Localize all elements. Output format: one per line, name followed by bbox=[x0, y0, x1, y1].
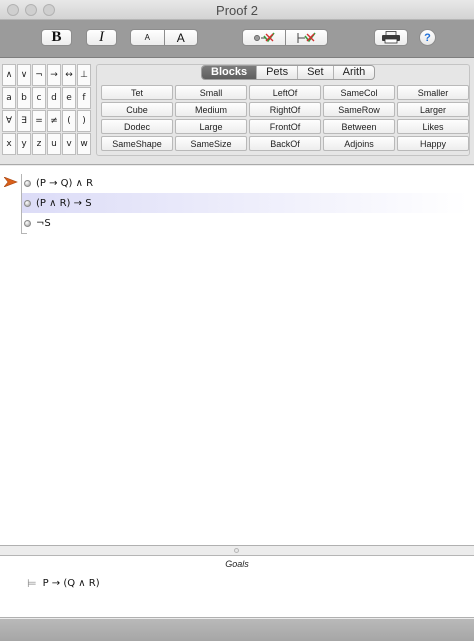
print-button[interactable] bbox=[374, 29, 408, 46]
predicate-dodec[interactable]: Dodec bbox=[101, 119, 173, 134]
step-status-icon bbox=[24, 199, 31, 207]
verify-step-button[interactable] bbox=[243, 30, 286, 45]
verify-proof-button[interactable] bbox=[286, 30, 328, 45]
predicate-leftof[interactable]: LeftOf bbox=[249, 85, 321, 100]
step-formula: (P ∧ R) → S bbox=[36, 197, 92, 209]
predicate-tet[interactable]: Tet bbox=[101, 85, 173, 100]
turnstile-icon: ⊨ bbox=[27, 577, 37, 590]
title-bar: Proof 2 bbox=[0, 0, 474, 20]
bold-label: B bbox=[51, 29, 62, 45]
symbol-a[interactable]: a bbox=[2, 87, 16, 109]
symbol-and[interactable]: ∧ bbox=[2, 64, 16, 86]
symbol-y[interactable]: y bbox=[17, 133, 31, 155]
tab-set[interactable]: Set bbox=[298, 66, 334, 79]
predicate-samecol[interactable]: SameCol bbox=[323, 85, 395, 100]
predicate-panel: Blocks Pets Set Arith Tet Small LeftOf S… bbox=[96, 64, 470, 156]
symbol-f[interactable]: f bbox=[77, 87, 91, 109]
predicate-larger[interactable]: Larger bbox=[397, 102, 469, 117]
help-icon: ? bbox=[424, 31, 431, 44]
smaller-font-button[interactable]: A bbox=[131, 30, 165, 45]
step-formula: (P → Q) ∧ R bbox=[36, 177, 94, 189]
symbol-palette: ∧ ∨ ¬ → ↔ ⊥ a b c d e f ∀ ∃ = ≠ ( ) x y … bbox=[0, 58, 474, 165]
symbol-d[interactable]: d bbox=[47, 87, 61, 109]
goals-pane: Goals ⊨ P → (Q ∧ R) bbox=[0, 555, 474, 618]
goal-item[interactable]: ⊨ P → (Q ∧ R) bbox=[27, 577, 100, 590]
symbol-c[interactable]: c bbox=[32, 87, 46, 109]
window-title: Proof 2 bbox=[216, 3, 258, 18]
predicate-smaller[interactable]: Smaller bbox=[397, 85, 469, 100]
symbol-equals[interactable]: = bbox=[32, 110, 46, 132]
italic-button[interactable]: I bbox=[86, 29, 117, 46]
predicate-large[interactable]: Large bbox=[175, 119, 247, 134]
tab-arith[interactable]: Arith bbox=[334, 66, 375, 79]
symbol-or[interactable]: ∨ bbox=[17, 64, 31, 86]
goal-formula: P → (Q ∧ R) bbox=[42, 578, 100, 589]
predicate-backof[interactable]: BackOf bbox=[249, 136, 321, 151]
goals-title: Goals bbox=[225, 559, 249, 569]
tab-pets[interactable]: Pets bbox=[257, 66, 299, 79]
proof-pane[interactable]: (P → Q) ∧ R (P ∧ R) → S ¬S bbox=[0, 166, 474, 546]
predicate-small[interactable]: Small bbox=[175, 85, 247, 100]
focus-pointer-icon bbox=[4, 177, 18, 187]
larger-font-button[interactable]: A bbox=[165, 30, 198, 45]
step-formula: ¬S bbox=[36, 217, 51, 229]
proof-step-3[interactable]: ¬S bbox=[22, 213, 468, 233]
predicate-sameshape[interactable]: SameShape bbox=[101, 136, 173, 151]
symbol-grid: ∧ ∨ ¬ → ↔ ⊥ a b c d e f ∀ ∃ = ≠ ( ) x y … bbox=[2, 64, 91, 155]
predicate-grid: Tet Small LeftOf SameCol Smaller Cube Me… bbox=[101, 85, 469, 151]
verify-proof-icon bbox=[297, 32, 316, 43]
predicate-samerow[interactable]: SameRow bbox=[323, 102, 395, 117]
symbol-e[interactable]: e bbox=[62, 87, 76, 109]
predicate-happy[interactable]: Happy bbox=[397, 136, 469, 151]
symbol-exists[interactable]: ∃ bbox=[17, 110, 31, 132]
predicate-likes[interactable]: Likes bbox=[397, 119, 469, 134]
predicate-frontof[interactable]: FrontOf bbox=[249, 119, 321, 134]
symbol-v[interactable]: v bbox=[62, 133, 76, 155]
fitch-premise-line bbox=[21, 233, 27, 234]
toolbar: B I A A ? bbox=[0, 20, 474, 58]
verify-control bbox=[242, 29, 328, 46]
help-button[interactable]: ? bbox=[419, 29, 436, 46]
predicate-cube[interactable]: Cube bbox=[101, 102, 173, 117]
font-size-control: A A bbox=[130, 29, 198, 46]
predicate-tabs: Blocks Pets Set Arith bbox=[201, 65, 376, 80]
symbol-forall[interactable]: ∀ bbox=[2, 110, 16, 132]
symbol-bottom[interactable]: ⊥ bbox=[77, 64, 91, 86]
symbol-right-paren[interactable]: ) bbox=[77, 110, 91, 132]
step-status-icon bbox=[24, 219, 31, 227]
small-font-label: A bbox=[144, 33, 150, 42]
symbol-u[interactable]: u bbox=[47, 133, 61, 155]
italic-label: I bbox=[99, 29, 104, 45]
status-bar bbox=[0, 619, 474, 641]
proof-step-1[interactable]: (P → Q) ∧ R bbox=[22, 173, 468, 193]
symbol-z[interactable]: z bbox=[32, 133, 46, 155]
symbol-b[interactable]: b bbox=[17, 87, 31, 109]
verify-step-icon bbox=[253, 32, 275, 42]
symbol-x[interactable]: x bbox=[2, 133, 16, 155]
large-font-label: A bbox=[176, 30, 185, 45]
symbol-implies[interactable]: → bbox=[47, 64, 61, 86]
proof-window: Proof 2 B I A A ? ∧ ∨ ¬ → ↔ ⊥ a b c d e … bbox=[0, 0, 474, 641]
symbol-not-equals[interactable]: ≠ bbox=[47, 110, 61, 132]
proof-step-2[interactable]: (P ∧ R) → S bbox=[22, 193, 468, 213]
symbol-not[interactable]: ¬ bbox=[32, 64, 46, 86]
predicate-rightof[interactable]: RightOf bbox=[249, 102, 321, 117]
bold-button[interactable]: B bbox=[41, 29, 72, 46]
predicate-samesize[interactable]: SameSize bbox=[175, 136, 247, 151]
printer-icon bbox=[382, 31, 400, 44]
predicate-between[interactable]: Between bbox=[323, 119, 395, 134]
tab-blocks[interactable]: Blocks bbox=[202, 66, 258, 79]
symbol-iff[interactable]: ↔ bbox=[62, 64, 76, 86]
splitter-handle-icon bbox=[234, 548, 239, 553]
pane-splitter[interactable] bbox=[0, 547, 474, 554]
predicate-adjoins[interactable]: Adjoins bbox=[323, 136, 395, 151]
step-status-icon bbox=[24, 179, 31, 187]
predicate-medium[interactable]: Medium bbox=[175, 102, 247, 117]
symbol-w[interactable]: w bbox=[77, 133, 91, 155]
symbol-left-paren[interactable]: ( bbox=[62, 110, 76, 132]
